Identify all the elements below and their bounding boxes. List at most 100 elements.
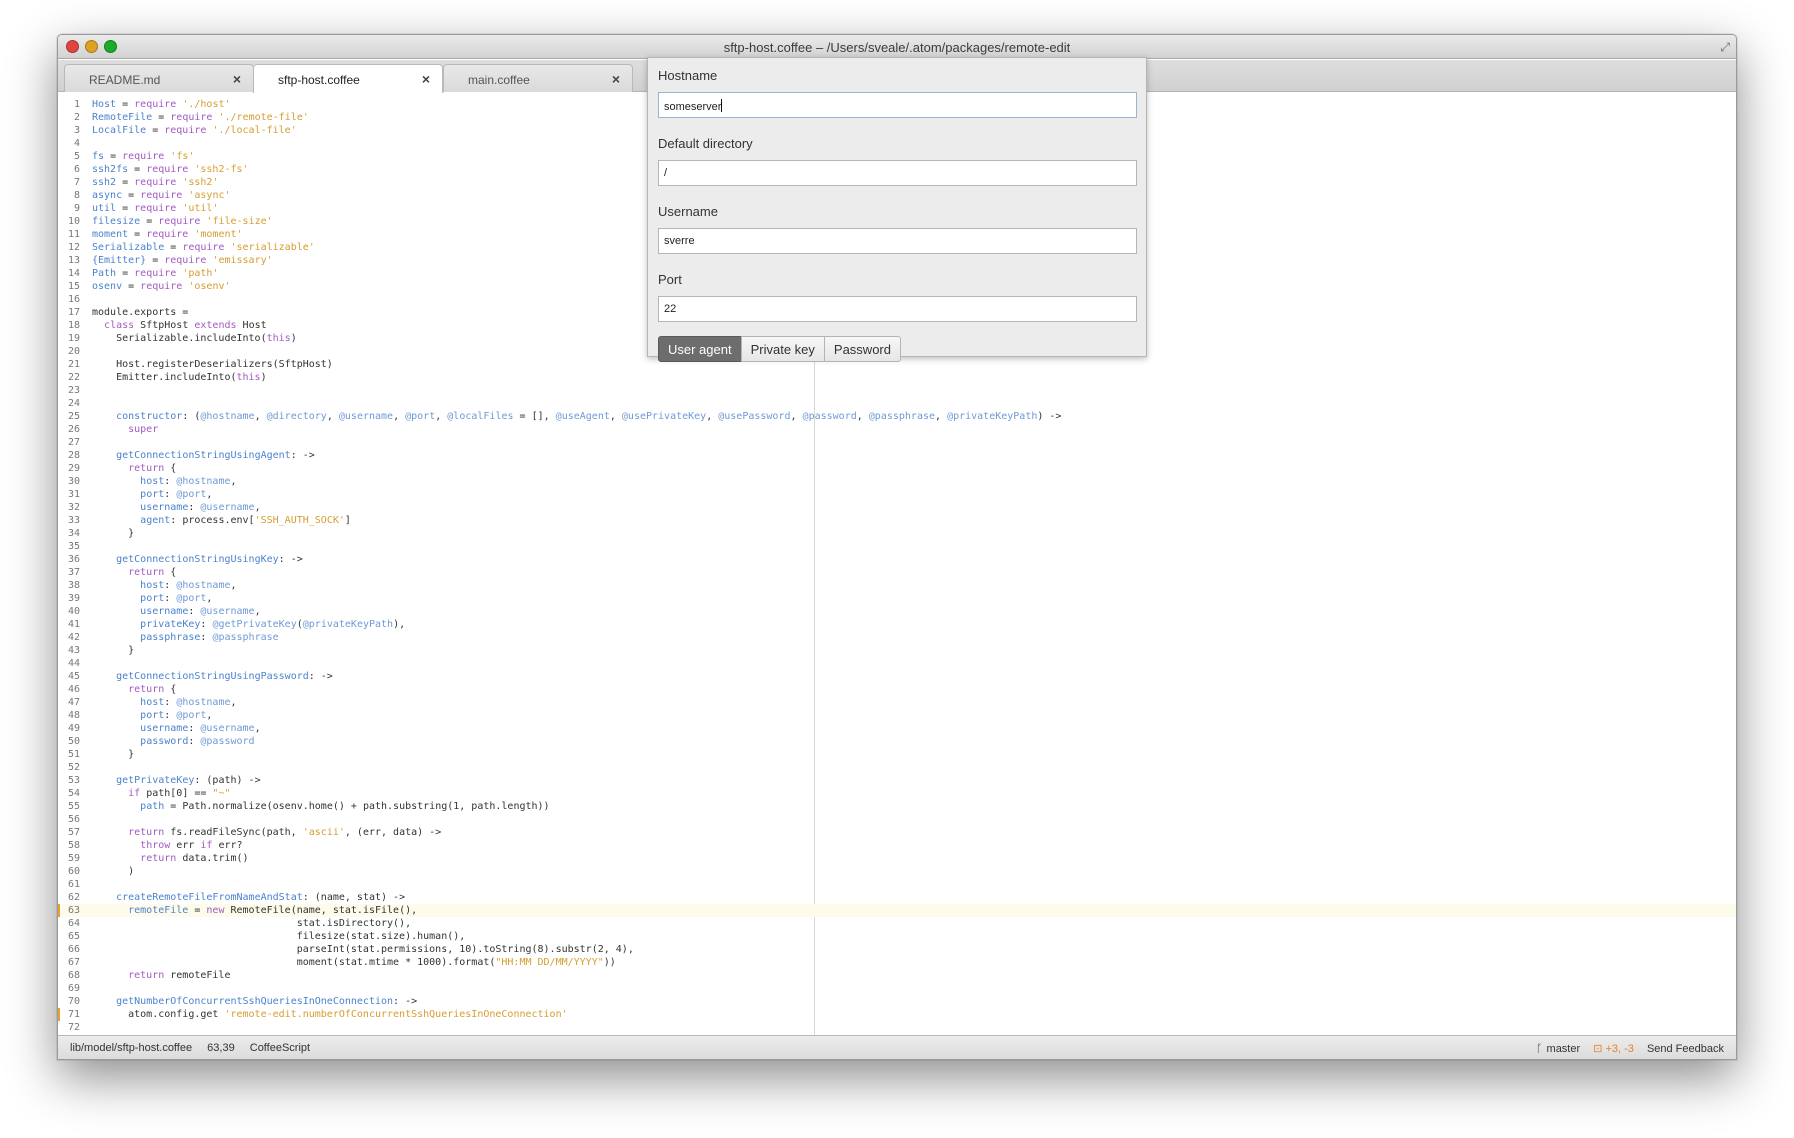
line-number: 50 [67, 736, 80, 747]
code-line[interactable]: 50 password: @password [58, 735, 1736, 748]
code-line[interactable]: 35 [58, 540, 1736, 553]
line-number: 35 [67, 541, 80, 552]
status-file-path[interactable]: lib/model/sftp-host.coffee [70, 1042, 192, 1054]
tab-sftp-host[interactable]: sftp-host.coffee × [253, 64, 443, 93]
status-grammar[interactable]: CoffeeScript [250, 1042, 310, 1054]
code-line[interactable]: 39 port: @port, [58, 592, 1736, 605]
code-line[interactable]: 54 if path[0] == "~" [58, 787, 1736, 800]
username-input[interactable]: sverre [658, 228, 1137, 254]
code-line[interactable]: 51 } [58, 748, 1736, 761]
code-line[interactable]: 52 [58, 761, 1736, 774]
code-line[interactable]: 71 atom.config.get 'remote-edit.numberOf… [58, 1008, 1736, 1021]
code-line[interactable]: 66 parseInt(stat.permissions, 10).toStri… [58, 943, 1736, 956]
line-number: 15 [67, 281, 80, 292]
code-line[interactable]: 45 getConnectionStringUsingPassword: -> [58, 670, 1736, 683]
line-text: passphrase: @passphrase [140, 632, 279, 643]
hostname-input[interactable]: someserver [658, 92, 1137, 118]
code-line[interactable]: 65 filesize(stat.size).human(), [58, 930, 1736, 943]
directory-input[interactable]: / [658, 160, 1137, 186]
tab-readme[interactable]: README.md × [64, 64, 254, 92]
username-label: Username [658, 204, 718, 219]
line-number: 56 [67, 814, 80, 825]
code-line[interactable]: 41 privateKey: @getPrivateKey(@privateKe… [58, 618, 1736, 631]
line-text: Emitter.includeInto(this) [92, 372, 267, 383]
code-line[interactable]: 58 throw err if err? [58, 839, 1736, 852]
port-input[interactable]: 22 [658, 296, 1137, 322]
code-line[interactable]: 31 port: @port, [58, 488, 1736, 501]
line-text: atom.config.get 'remote-edit.numberOfCon… [92, 1009, 568, 1020]
code-line[interactable]: 46 return { [58, 683, 1736, 696]
code-line[interactable]: 57 return fs.readFileSync(path, 'ascii',… [58, 826, 1736, 839]
status-branch[interactable]: master [1547, 1043, 1581, 1055]
line-number: 48 [67, 710, 80, 721]
code-line[interactable]: 22 Emitter.includeInto(this) [58, 371, 1736, 384]
close-icon[interactable]: × [612, 71, 620, 87]
code-line[interactable]: 33 agent: process.env['SSH_AUTH_SOCK'] [58, 514, 1736, 527]
code-line[interactable]: 64 stat.isDirectory(), [58, 917, 1736, 930]
code-line[interactable]: 30 host: @hostname, [58, 475, 1736, 488]
code-line[interactable]: 69 [58, 982, 1736, 995]
code-line[interactable]: 59 return data.trim() [58, 852, 1736, 865]
code-line[interactable]: 60 ) [58, 865, 1736, 878]
code-line[interactable]: 61 [58, 878, 1736, 891]
tab-main[interactable]: main.coffee × [443, 64, 633, 92]
code-line[interactable]: 25 constructor: (@hostname, @directory, … [58, 410, 1736, 423]
code-line[interactable]: 34 } [58, 527, 1736, 540]
code-line[interactable]: 40 username: @username, [58, 605, 1736, 618]
user-agent-button[interactable]: User agent [658, 336, 742, 362]
line-text: module.exports = [92, 307, 189, 318]
line-number: 26 [67, 424, 80, 435]
close-icon[interactable]: × [233, 71, 241, 87]
line-number: 29 [67, 463, 80, 474]
code-line[interactable]: 37 return { [58, 566, 1736, 579]
line-number: 8 [73, 190, 80, 201]
code-line[interactable]: 23 [58, 384, 1736, 397]
code-line[interactable]: 53 getPrivateKey: (path) -> [58, 774, 1736, 787]
line-number: 43 [67, 645, 80, 656]
code-line[interactable]: 67 moment(stat.mtime * 1000).format("HH:… [58, 956, 1736, 969]
code-line[interactable]: 43 } [58, 644, 1736, 657]
code-line[interactable]: 63 remoteFile = new RemoteFile(name, sta… [58, 904, 1736, 917]
line-text: } [92, 645, 135, 656]
code-line[interactable]: 44 [58, 657, 1736, 670]
line-number: 21 [67, 359, 80, 370]
auth-method-group: User agent Private key Password [658, 336, 1136, 362]
line-number: 10 [67, 216, 80, 227]
fullscreen-icon[interactable]: ⤢ [1720, 40, 1730, 55]
code-line[interactable]: 42 passphrase: @passphrase [58, 631, 1736, 644]
line-text: RemoteFile = require './remote-file' [92, 112, 309, 123]
status-cursor-position[interactable]: 63,39 [207, 1042, 235, 1054]
line-number: 69 [67, 983, 80, 994]
code-line[interactable]: 27 [58, 436, 1736, 449]
line-number: 62 [67, 892, 80, 903]
code-line[interactable]: 29 return { [58, 462, 1736, 475]
port-label: Port [658, 272, 682, 287]
code-line[interactable]: 56 [58, 813, 1736, 826]
line-text: stat.isDirectory(), [92, 918, 412, 929]
code-line[interactable]: 48 port: @port, [58, 709, 1736, 722]
title-bar[interactable]: sftp-host.coffee – /Users/sveale/.atom/p… [58, 35, 1736, 59]
code-line[interactable]: 32 username: @username, [58, 501, 1736, 514]
code-line[interactable]: 38 host: @hostname, [58, 579, 1736, 592]
line-text: ssh2 = require 'ssh2' [92, 177, 219, 188]
code-line[interactable]: 68 return remoteFile [58, 969, 1736, 982]
close-icon[interactable]: × [422, 71, 430, 87]
code-line[interactable]: 55 path = Path.normalize(osenv.home() + … [58, 800, 1736, 813]
port-value: 22 [664, 303, 677, 315]
code-line[interactable]: 62 createRemoteFileFromNameAndStat: (nam… [58, 891, 1736, 904]
line-number: 45 [67, 671, 80, 682]
code-line[interactable]: 28 getConnectionStringUsingAgent: -> [58, 449, 1736, 462]
code-line[interactable]: 26 super [58, 423, 1736, 436]
line-text: return { [128, 463, 177, 474]
code-line[interactable]: 72 [58, 1021, 1736, 1034]
line-text: password: @password [140, 736, 255, 747]
code-line[interactable]: 36 getConnectionStringUsingKey: -> [58, 553, 1736, 566]
send-feedback-link[interactable]: Send Feedback [1647, 1043, 1724, 1055]
code-line[interactable]: 49 username: @username, [58, 722, 1736, 735]
code-line[interactable]: 70 getNumberOfConcurrentSshQueriesInOneC… [58, 995, 1736, 1008]
line-text: constructor: (@hostname, @directory, @us… [116, 411, 1062, 422]
code-line[interactable]: 24 [58, 397, 1736, 410]
private-key-button[interactable]: Private key [740, 336, 825, 362]
code-line[interactable]: 47 host: @hostname, [58, 696, 1736, 709]
password-button[interactable]: Password [823, 336, 901, 362]
